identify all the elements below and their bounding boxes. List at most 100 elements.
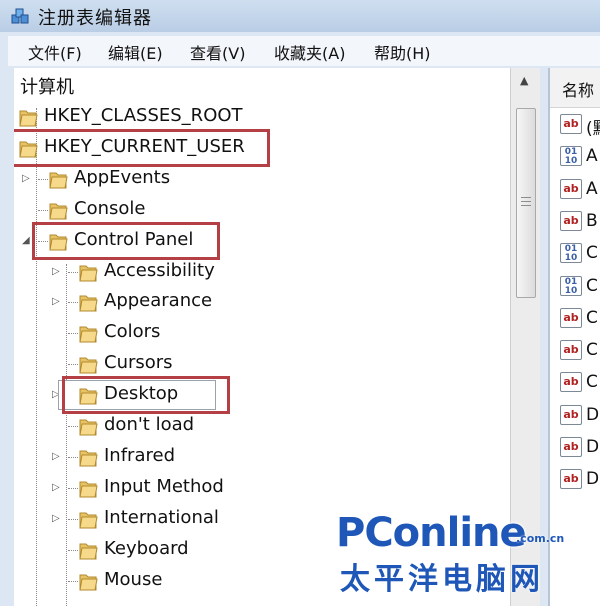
tree-guide-line — [68, 302, 78, 304]
tree-root-computer[interactable]: 计算机 — [20, 76, 74, 100]
folder-icon — [79, 357, 98, 374]
value-row[interactable]: ab A — [560, 177, 600, 203]
folder-icon — [79, 265, 98, 281]
value-row[interactable]: 01 10 C — [560, 241, 600, 267]
tree-guide-line — [38, 209, 48, 211]
value-row[interactable]: 01 10 C — [560, 274, 600, 300]
folder-icon — [79, 512, 98, 529]
folder-icon — [79, 574, 98, 590]
binary-value-icon: 01 10 — [560, 275, 582, 296]
column-header-name[interactable]: 名称 — [550, 68, 600, 108]
folder-icon — [49, 172, 68, 189]
watermark-brand: PConline — [336, 510, 527, 556]
value-name: A — [586, 178, 598, 199]
tree-node-label[interactable]: HKEY_CLASSES_ROOT — [44, 104, 243, 128]
binary-value-icon: 01 10 — [560, 243, 582, 264]
value-row[interactable]: ab D — [560, 403, 600, 429]
tree-node-label[interactable]: International — [104, 506, 219, 530]
tree-guide-line — [68, 426, 78, 427]
pconline-watermark: PConline .com.cn 太平洋电脑网 — [336, 510, 600, 606]
column-header-label: 名称 — [562, 81, 595, 100]
scroll-up-arrow-icon[interactable]: ▲ — [520, 74, 528, 87]
menu-bar: 文件(F) 编辑(E) 查看(V) 收藏夹(A) 帮助(H) — [8, 36, 600, 66]
string-value-icon: ab — [560, 469, 582, 490]
tree-guide-line — [68, 549, 78, 551]
tree-expand-arrow-icon[interactable]: ▷ — [52, 451, 60, 462]
tree-node-label[interactable]: Mouse — [104, 568, 162, 592]
value-row[interactable]: ab C — [560, 338, 600, 364]
highlight-box — [14, 128, 270, 167]
tree-expand-arrow-icon[interactable]: ▷ — [52, 482, 60, 493]
tree-node-label[interactable]: Cursors — [104, 351, 173, 375]
tree-node-label[interactable]: Keyboard — [104, 537, 189, 561]
string-value-icon: ab — [560, 307, 582, 328]
tree-node-label[interactable]: Console — [74, 197, 145, 221]
tree-node-label[interactable]: Infrared — [104, 444, 175, 468]
string-value-icon: ab — [560, 178, 582, 199]
folder-icon — [79, 419, 98, 436]
watermark-cn-name: 太平洋电脑网 — [340, 562, 544, 597]
menu-edit[interactable]: 编辑(E) — [108, 40, 163, 64]
tree-guide-line — [68, 580, 78, 582]
value-name: C — [586, 275, 598, 296]
value-row[interactable]: ab(默 — [560, 112, 600, 139]
tree-node-label[interactable]: AppEvents — [74, 166, 170, 190]
value-row[interactable]: ab D — [560, 467, 600, 493]
value-name: C — [586, 340, 598, 361]
tree-guide-line — [68, 271, 78, 273]
value-name: C — [586, 307, 598, 328]
value-row[interactable]: ab C — [560, 306, 600, 332]
tree-guide-line — [38, 178, 48, 180]
menu-help[interactable]: 帮助(H) — [374, 40, 431, 64]
tree-guide-line — [68, 333, 78, 335]
tree-collapse-arrow-icon[interactable]: ◢ — [22, 235, 30, 246]
tree-guide-line — [68, 364, 78, 366]
tree-node-label[interactable]: don't load — [104, 413, 194, 437]
title-bar: 注册表编辑器 — [0, 0, 600, 32]
string-value-icon: ab — [560, 340, 582, 361]
tree-expand-arrow-icon[interactable]: ▷ — [52, 513, 60, 524]
value-row[interactable]: ab B — [560, 209, 600, 235]
value-name: D — [586, 469, 600, 490]
string-value-icon: ab — [560, 210, 582, 231]
string-value-icon: ab — [560, 114, 582, 134]
scroll-thumb[interactable] — [516, 108, 536, 298]
tree-guide-line — [68, 456, 78, 458]
registry-editor-icon — [11, 8, 29, 24]
string-value-icon: ab — [560, 437, 582, 457]
tree-guide-line — [66, 264, 67, 606]
tree-guide-line — [68, 518, 78, 520]
value-row[interactable]: 01 10 A — [560, 144, 600, 170]
value-name: (默 — [586, 119, 600, 139]
value-row[interactable]: ab C — [560, 370, 600, 396]
folder-icon — [79, 543, 98, 560]
value-name: A — [586, 146, 598, 167]
menu-file[interactable]: 文件(F) — [28, 40, 82, 64]
string-value-icon: ab — [560, 372, 582, 393]
scroll-grip — [521, 205, 531, 206]
menu-view[interactable]: 查看(V) — [190, 40, 245, 64]
value-name: C — [586, 372, 598, 393]
folder-icon — [79, 481, 98, 498]
tree-node-label[interactable]: Accessibility — [104, 259, 215, 283]
value-row[interactable]: ab D — [560, 435, 600, 461]
tree-guide-line — [36, 108, 37, 606]
highlight-box — [32, 221, 220, 260]
tree-node-label[interactable]: Colors — [104, 320, 160, 344]
watermark-domain: .com.cn — [516, 532, 565, 545]
tree-node-label[interactable]: Input Method — [104, 475, 224, 499]
value-name: B — [586, 210, 598, 231]
folder-icon — [79, 450, 98, 467]
tree-expand-arrow-icon[interactable]: ▷ — [22, 173, 30, 184]
folder-icon — [19, 110, 38, 127]
tree-guide-line — [68, 487, 78, 489]
tree-expand-arrow-icon[interactable]: ▷ — [52, 266, 60, 277]
menu-favorites[interactable]: 收藏夹(A) — [274, 40, 345, 64]
folder-icon — [79, 295, 98, 312]
scroll-grip — [521, 197, 531, 198]
string-value-icon: ab — [560, 404, 582, 425]
value-name: D — [586, 404, 600, 425]
folder-icon — [79, 326, 98, 343]
tree-node-label[interactable]: Appearance — [104, 289, 212, 313]
tree-expand-arrow-icon[interactable]: ▷ — [52, 297, 60, 307]
